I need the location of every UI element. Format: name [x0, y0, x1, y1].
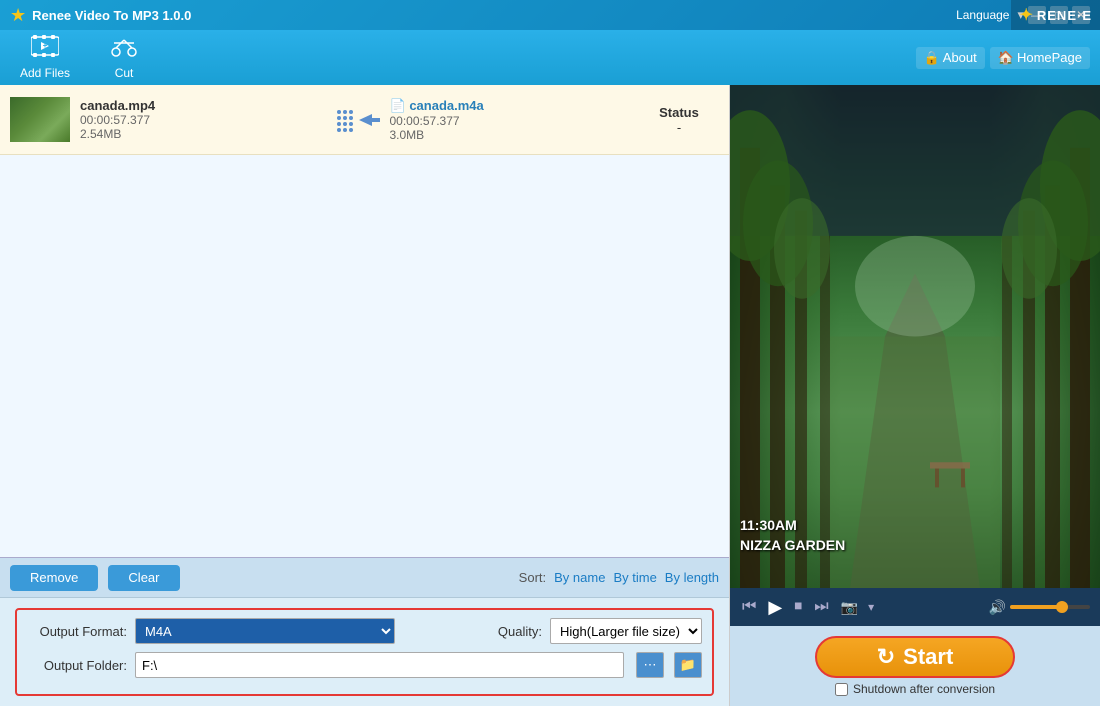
play-button[interactable]: ▶ [766, 597, 784, 618]
skip-back-button[interactable]: ⏮ [740, 598, 758, 616]
add-files-icon: + [31, 35, 59, 64]
sort-label: Sort: [519, 570, 546, 585]
app-title: Renee Video To MP3 1.0.0 [32, 8, 956, 23]
topnav-right: 🔒 About 🏠 HomePage [916, 30, 1090, 85]
start-label: Start [903, 644, 953, 670]
add-files-button[interactable]: + Add Files [10, 30, 80, 85]
homepage-label: HomePage [1017, 50, 1082, 65]
file-icon: 📄 [390, 98, 406, 113]
source-file-info: canada.mp4 00:00:57.377 2.54MB [80, 98, 330, 141]
start-area: ↻ Start Shutdown after conversion [730, 626, 1100, 706]
format-select-wrapper: M4A MP3 AAC WAV FLAC [135, 618, 470, 644]
file-thumbnail [10, 97, 70, 142]
output-filename: 📄 canada.m4a [390, 98, 640, 114]
format-select[interactable]: M4A MP3 AAC WAV FLAC [135, 618, 395, 644]
output-format-label: Output Format: [27, 624, 127, 639]
brand-name: RENE·E [1037, 8, 1092, 23]
source-filename: canada.mp4 [80, 98, 330, 113]
remove-button[interactable]: Remove [10, 565, 98, 591]
volume-slider[interactable] [1010, 605, 1090, 609]
shutdown-row: Shutdown after conversion [835, 682, 995, 696]
thumbnail-image [10, 97, 70, 142]
output-folder-label: Output Folder: [27, 658, 127, 673]
folder-input[interactable] [135, 652, 624, 678]
svg-text:+: + [43, 41, 48, 50]
skip-forward-button[interactable]: ⏭ [812, 598, 830, 616]
output-folder-row: Output Folder: ⋯ 📁 [27, 652, 702, 678]
cut-label: Cut [115, 66, 134, 80]
toolbar: + Add Files Cut 🔒 About 🏠 HomePage [0, 30, 1100, 85]
sort-by-name-link[interactable]: By name [554, 570, 605, 585]
browse-folder-button[interactable]: ⋯ [636, 652, 664, 678]
volume-control: 🔊 [989, 599, 1090, 616]
settings-area: Output Format: M4A MP3 AAC WAV FLAC Qual… [0, 597, 729, 706]
refresh-icon: ↻ [877, 644, 895, 670]
right-panel: 11:30AM NIZZA GARDEN ⏮ ▶ ⏹ ⏭ 📷 ▾ 🔊 ↻ [730, 85, 1100, 706]
format-section: Output Format: M4A MP3 AAC WAV FLAC Qual… [15, 608, 714, 696]
cut-icon [110, 35, 138, 64]
sort-by-length-link[interactable]: By length [665, 570, 719, 585]
open-folder-button[interactable]: 📁 [674, 652, 702, 678]
about-icon: 🔒 [924, 50, 940, 66]
sort-controls: Sort: By name By time By length [519, 570, 719, 585]
volume-thumb[interactable] [1056, 601, 1068, 613]
shutdown-label: Shutdown after conversion [853, 682, 995, 696]
left-panel: canada.mp4 00:00:57.377 2.54MB [0, 85, 730, 706]
player-controls: ⏮ ▶ ⏹ ⏭ 📷 ▾ 🔊 [730, 588, 1100, 626]
convert-arrow [330, 108, 390, 132]
home-icon: 🏠 [998, 50, 1014, 66]
shutdown-checkbox[interactable] [835, 683, 848, 696]
volume-icon: 🔊 [989, 599, 1006, 616]
titlebar: ★ Renee Video To MP3 1.0.0 Language ▾ — … [0, 0, 1100, 30]
about-label: About [943, 50, 977, 65]
file-list: canada.mp4 00:00:57.377 2.54MB [0, 85, 729, 557]
preview-background: 11:30AM NIZZA GARDEN [730, 85, 1100, 588]
status-value: - [639, 120, 719, 135]
status-header: Status [639, 105, 719, 120]
add-files-label: Add Files [20, 66, 70, 80]
quality-label: Quality: [498, 624, 542, 639]
output-size: 3.0MB [390, 128, 640, 142]
main-area: canada.mp4 00:00:57.377 2.54MB [0, 85, 1100, 706]
start-button[interactable]: ↻ Start [815, 636, 1015, 678]
brand-logo: ✦ RENE·E [1011, 0, 1100, 30]
volume-fill [1010, 605, 1062, 609]
cut-button[interactable]: Cut [100, 30, 148, 85]
quality-select[interactable]: High(Larger file size) Medium Low [550, 618, 702, 644]
about-button[interactable]: 🔒 About [916, 47, 985, 69]
output-file-info: 📄 canada.m4a 00:00:57.377 3.0MB [390, 98, 640, 142]
source-duration: 00:00:57.377 [80, 113, 330, 127]
video-preview: 11:30AM NIZZA GARDEN [730, 85, 1100, 588]
homepage-button[interactable]: 🏠 HomePage [990, 47, 1090, 69]
clear-button[interactable]: Clear [108, 565, 179, 591]
app-logo-icon: ★ [10, 5, 26, 26]
stop-button[interactable]: ⏹ [792, 598, 804, 616]
screenshot-button[interactable]: 📷 [839, 599, 860, 616]
preview-location: NIZZA GARDEN [740, 537, 845, 553]
language-label: Language [956, 8, 1009, 22]
table-row: canada.mp4 00:00:57.377 2.54MB [0, 85, 729, 155]
sort-by-time-link[interactable]: By time [613, 570, 656, 585]
output-format-row: Output Format: M4A MP3 AAC WAV FLAC Qual… [27, 618, 702, 644]
source-size: 2.54MB [80, 127, 330, 141]
bottom-action-bar: Remove Clear Sort: By name By time By le… [0, 557, 729, 597]
output-duration: 00:00:57.377 [390, 114, 640, 128]
screenshot-dropdown-icon[interactable]: ▾ [868, 600, 874, 614]
status-column: Status - [639, 105, 719, 135]
preview-timestamp: 11:30AM [740, 517, 797, 533]
